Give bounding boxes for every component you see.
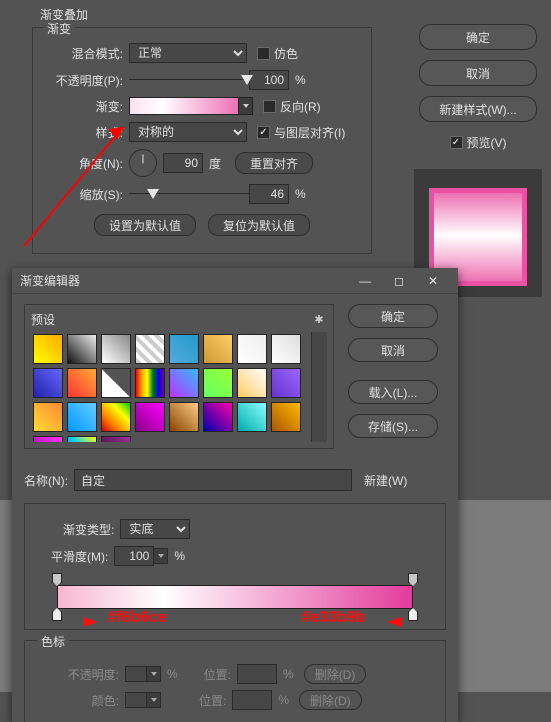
- stop-color-chip: [125, 692, 147, 708]
- stop-opacity-label: 不透明度:: [57, 666, 119, 683]
- preset-swatch[interactable]: [135, 368, 165, 398]
- stops-title: 色标: [37, 633, 69, 650]
- stop-opacity-dd-icon: [147, 666, 161, 682]
- gradient-strip[interactable]: [57, 585, 413, 609]
- color-stop-left[interactable]: [52, 611, 62, 621]
- preset-swatch[interactable]: [101, 368, 131, 398]
- stop-color-dd-icon: [147, 692, 161, 708]
- preset-swatch[interactable]: [271, 334, 301, 364]
- stop-opacity-chip: [125, 666, 147, 682]
- smooth-dropdown-icon[interactable]: [154, 548, 168, 564]
- preset-swatch[interactable]: [169, 402, 199, 432]
- smooth-label: 平滑度(M):: [51, 548, 108, 565]
- preset-swatch[interactable]: [169, 368, 199, 398]
- name-label: 名称(N):: [24, 472, 68, 489]
- preset-swatch[interactable]: [271, 402, 301, 432]
- preset-swatch[interactable]: [33, 368, 63, 398]
- stop-loc-unit-2: %: [278, 693, 289, 707]
- preset-swatch[interactable]: [203, 368, 233, 398]
- preset-swatch[interactable]: [169, 334, 199, 364]
- editor-cancel-button[interactable]: 取消: [348, 338, 438, 362]
- preview-checkbox[interactable]: [450, 136, 463, 149]
- editor-save-button[interactable]: 存储(S)...: [348, 414, 438, 438]
- presets-panel: 预设: [24, 304, 334, 449]
- smooth-input[interactable]: [114, 546, 154, 566]
- color-stop-right[interactable]: [408, 611, 418, 621]
- preset-swatch[interactable]: [33, 334, 63, 364]
- preset-swatch[interactable]: [271, 368, 301, 398]
- annotation-left-hex: #f6b6ce: [107, 609, 167, 627]
- annotation-arrow: [0, 0, 410, 270]
- annotation-arrow-left: [83, 617, 97, 627]
- preset-swatch[interactable]: [67, 436, 97, 442]
- preview-label: 预览(V): [467, 134, 507, 151]
- dialog-title: 渐变编辑器: [20, 272, 80, 289]
- editor-load-button[interactable]: 载入(L)...: [348, 380, 438, 404]
- delete-color-stop-button: 删除(D): [299, 690, 362, 710]
- minimize-button[interactable]: —: [348, 269, 382, 293]
- ok-button[interactable]: 确定: [419, 24, 537, 50]
- preset-swatch[interactable]: [237, 334, 267, 364]
- type-select[interactable]: 实底: [120, 519, 190, 539]
- opacity-stop-right[interactable]: [408, 573, 418, 583]
- preset-swatch[interactable]: [237, 402, 267, 432]
- presets-scrollbar[interactable]: [311, 332, 327, 442]
- preset-swatch[interactable]: [203, 334, 233, 364]
- gradient-editor-dialog: 渐变编辑器 — ◻ ✕ 预设 确定 取消 载入(L)...: [12, 268, 458, 722]
- maximize-button[interactable]: ◻: [382, 269, 416, 293]
- presets-gear-icon[interactable]: [311, 312, 327, 328]
- preset-swatch[interactable]: [33, 402, 63, 432]
- preset-swatch[interactable]: [101, 402, 131, 432]
- editor-ok-button[interactable]: 确定: [348, 304, 438, 328]
- opacity-stop-left[interactable]: [52, 573, 62, 583]
- preset-swatch[interactable]: [135, 334, 165, 364]
- type-label: 渐变类型:: [63, 521, 114, 538]
- preset-swatch[interactable]: [203, 402, 233, 432]
- preset-swatch[interactable]: [67, 368, 97, 398]
- stop-loc-unit-1: %: [283, 667, 294, 681]
- new-style-button[interactable]: 新建样式(W)...: [419, 96, 537, 122]
- stop-location-input-1: [237, 664, 277, 684]
- stop-color-label: 颜色:: [57, 692, 119, 709]
- smooth-unit: %: [174, 549, 185, 563]
- cancel-button[interactable]: 取消: [419, 60, 537, 86]
- preset-swatch[interactable]: [135, 402, 165, 432]
- stop-location-input-2: [232, 690, 272, 710]
- annotation-right-hex: #e33b9b: [301, 609, 365, 627]
- stop-location-label-2: 位置:: [199, 692, 226, 709]
- preset-swatch[interactable]: [67, 334, 97, 364]
- stop-op-unit: %: [167, 667, 178, 681]
- preset-swatch[interactable]: [67, 402, 97, 432]
- delete-opacity-stop-button: 删除(D): [304, 664, 367, 684]
- annotation-arrow-right: [387, 617, 401, 627]
- stops-section: 色标 不透明度: % 位置: % 删除(D) 颜色: 位置: % 删除(D): [24, 640, 446, 722]
- close-button[interactable]: ✕: [416, 269, 450, 293]
- editor-new-button[interactable]: 新建(W): [364, 472, 446, 489]
- presets-label: 预设: [31, 311, 55, 328]
- stop-location-label-1: 位置:: [204, 666, 231, 683]
- preset-swatch[interactable]: [101, 436, 131, 442]
- preset-swatch[interactable]: [101, 334, 131, 364]
- preset-swatch[interactable]: [237, 368, 267, 398]
- name-input[interactable]: [74, 469, 352, 491]
- preset-swatch[interactable]: [33, 436, 63, 442]
- gradient-settings-box: 渐变类型: 实底 平滑度(M): % #f6b6ce #e33b9b: [24, 503, 446, 630]
- presets-grid: [31, 332, 311, 442]
